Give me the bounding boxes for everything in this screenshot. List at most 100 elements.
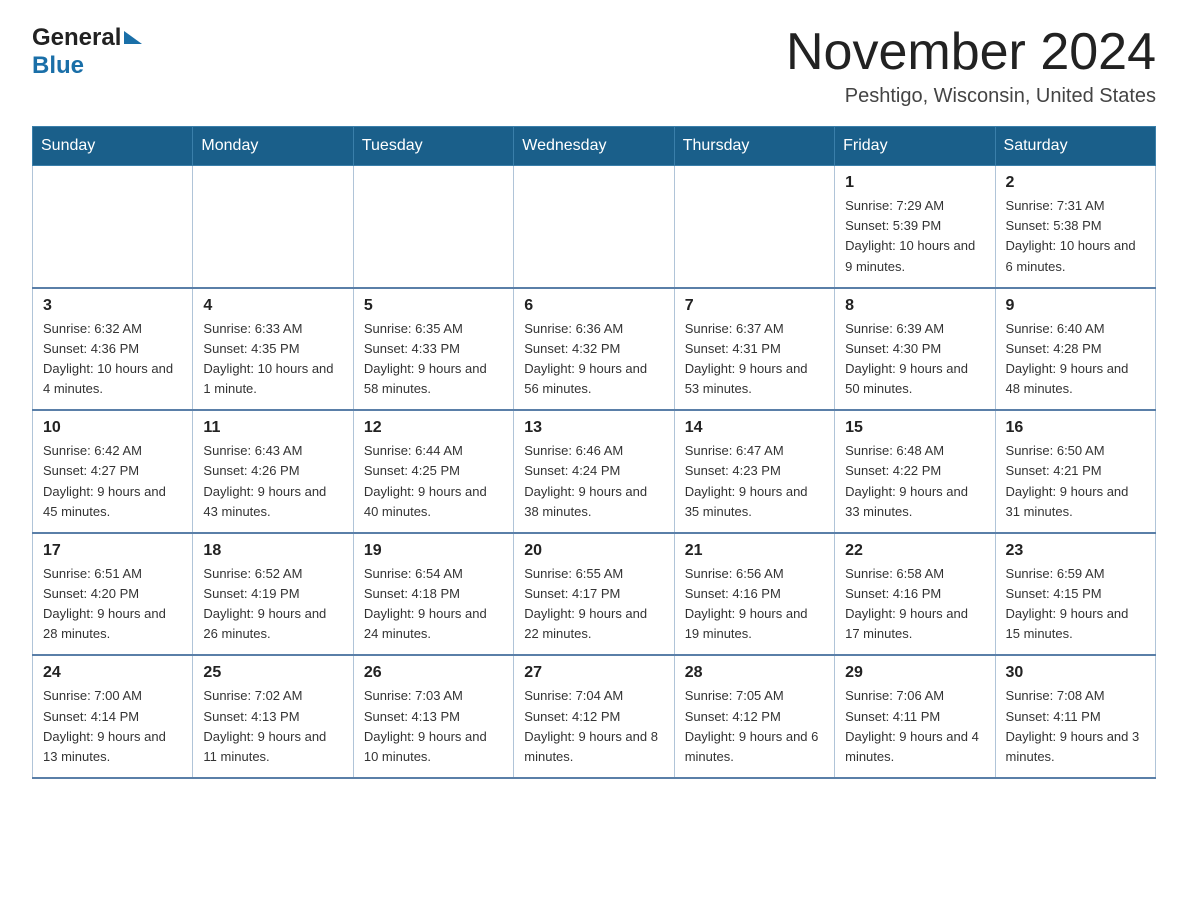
page-title: November 2024 bbox=[786, 24, 1156, 81]
day-number: 25 bbox=[203, 664, 342, 682]
day-number: 28 bbox=[685, 664, 824, 682]
calendar-cell: 25 Sunrise: 7:02 AMSunset: 4:13 PMDayligh… bbox=[193, 655, 353, 778]
day-number: 24 bbox=[43, 664, 182, 682]
day-number: 26 bbox=[364, 664, 503, 682]
calendar-cell: 24 Sunrise: 7:00 AMSunset: 4:14 PMDayligh… bbox=[33, 655, 193, 778]
day-number: 13 bbox=[524, 419, 663, 437]
calendar-cell: 18 Sunrise: 6:52 AMSunset: 4:19 PMDayligh… bbox=[193, 533, 353, 656]
calendar-day-header: Thursday bbox=[674, 127, 834, 166]
day-info: Sunrise: 6:37 AMSunset: 4:31 PMDaylight:… bbox=[685, 319, 824, 400]
day-number: 6 bbox=[524, 297, 663, 315]
day-number: 22 bbox=[845, 542, 984, 560]
day-info: Sunrise: 6:52 AMSunset: 4:19 PMDaylight:… bbox=[203, 564, 342, 645]
calendar-cell: 5 Sunrise: 6:35 AMSunset: 4:33 PMDaylight… bbox=[353, 288, 513, 411]
day-info: Sunrise: 6:44 AMSunset: 4:25 PMDaylight:… bbox=[364, 441, 503, 522]
calendar-week-row: 3 Sunrise: 6:32 AMSunset: 4:36 PMDaylight… bbox=[33, 288, 1156, 411]
day-info: Sunrise: 7:06 AMSunset: 4:11 PMDaylight:… bbox=[845, 686, 984, 767]
day-number: 9 bbox=[1006, 297, 1145, 315]
calendar-day-header: Friday bbox=[835, 127, 995, 166]
day-info: Sunrise: 6:59 AMSunset: 4:15 PMDaylight:… bbox=[1006, 564, 1145, 645]
calendar-cell: 6 Sunrise: 6:36 AMSunset: 4:32 PMDaylight… bbox=[514, 288, 674, 411]
calendar-cell: 14Sunrise: 6:47 AMSunset: 4:23 PMDayligh… bbox=[674, 410, 834, 533]
calendar-cell bbox=[674, 166, 834, 288]
calendar-cell: 19Sunrise: 6:54 AMSunset: 4:18 PMDayligh… bbox=[353, 533, 513, 656]
calendar-cell: 27 Sunrise: 7:04 AMSunset: 4:12 PMDayligh… bbox=[514, 655, 674, 778]
day-info: Sunrise: 6:35 AMSunset: 4:33 PMDaylight:… bbox=[364, 319, 503, 400]
day-number: 8 bbox=[845, 297, 984, 315]
day-number: 18 bbox=[203, 542, 342, 560]
day-number: 23 bbox=[1006, 542, 1145, 560]
calendar-cell: 28 Sunrise: 7:05 AMSunset: 4:12 PMDayligh… bbox=[674, 655, 834, 778]
calendar-day-header: Saturday bbox=[995, 127, 1155, 166]
day-number: 21 bbox=[685, 542, 824, 560]
calendar-day-header: Monday bbox=[193, 127, 353, 166]
calendar-week-row: 17 Sunrise: 6:51 AMSunset: 4:20 PMDayligh… bbox=[33, 533, 1156, 656]
calendar-day-header: Wednesday bbox=[514, 127, 674, 166]
day-info: Sunrise: 6:32 AMSunset: 4:36 PMDaylight:… bbox=[43, 319, 182, 400]
day-number: 4 bbox=[203, 297, 342, 315]
day-number: 11 bbox=[203, 419, 342, 437]
calendar-cell: 9 Sunrise: 6:40 AMSunset: 4:28 PMDaylight… bbox=[995, 288, 1155, 411]
calendar-week-row: 10 Sunrise: 6:42 AMSunset: 4:27 PMDayligh… bbox=[33, 410, 1156, 533]
day-info: Sunrise: 6:40 AMSunset: 4:28 PMDaylight:… bbox=[1006, 319, 1145, 400]
calendar-cell bbox=[193, 166, 353, 288]
day-info: Sunrise: 6:33 AMSunset: 4:35 PMDaylight:… bbox=[203, 319, 342, 400]
calendar-cell: 29 Sunrise: 7:06 AMSunset: 4:11 PMDayligh… bbox=[835, 655, 995, 778]
day-number: 29 bbox=[845, 664, 984, 682]
logo-blue-text: Blue bbox=[32, 52, 84, 80]
day-number: 15 bbox=[845, 419, 984, 437]
day-number: 2 bbox=[1006, 174, 1145, 192]
calendar-cell: 20Sunrise: 6:55 AMSunset: 4:17 PMDayligh… bbox=[514, 533, 674, 656]
calendar-cell: 30 Sunrise: 7:08 AMSunset: 4:11 PMDayligh… bbox=[995, 655, 1155, 778]
day-number: 20 bbox=[524, 542, 663, 560]
day-info: Sunrise: 6:36 AMSunset: 4:32 PMDaylight:… bbox=[524, 319, 663, 400]
calendar-week-row: 24 Sunrise: 7:00 AMSunset: 4:14 PMDayligh… bbox=[33, 655, 1156, 778]
day-info: Sunrise: 7:03 AMSunset: 4:13 PMDaylight:… bbox=[364, 686, 503, 767]
day-number: 7 bbox=[685, 297, 824, 315]
day-number: 5 bbox=[364, 297, 503, 315]
calendar-cell: 3 Sunrise: 6:32 AMSunset: 4:36 PMDaylight… bbox=[33, 288, 193, 411]
calendar-table: SundayMondayTuesdayWednesdayThursdayFrid… bbox=[32, 126, 1156, 779]
calendar-cell: 12Sunrise: 6:44 AMSunset: 4:25 PMDayligh… bbox=[353, 410, 513, 533]
day-number: 1 bbox=[845, 174, 984, 192]
calendar-cell bbox=[33, 166, 193, 288]
day-number: 14 bbox=[685, 419, 824, 437]
day-info: Sunrise: 6:51 AMSunset: 4:20 PMDaylight:… bbox=[43, 564, 182, 645]
calendar-cell: 4 Sunrise: 6:33 AMSunset: 4:35 PMDaylight… bbox=[193, 288, 353, 411]
day-info: Sunrise: 6:48 AMSunset: 4:22 PMDaylight:… bbox=[845, 441, 984, 522]
calendar-cell: 7 Sunrise: 6:37 AMSunset: 4:31 PMDaylight… bbox=[674, 288, 834, 411]
day-info: Sunrise: 7:31 AMSunset: 5:38 PMDaylight:… bbox=[1006, 196, 1145, 277]
calendar-day-header: Sunday bbox=[33, 127, 193, 166]
day-info: Sunrise: 7:05 AMSunset: 4:12 PMDaylight:… bbox=[685, 686, 824, 767]
calendar-cell: 23 Sunrise: 6:59 AMSunset: 4:15 PMDayligh… bbox=[995, 533, 1155, 656]
logo-arrow-icon bbox=[124, 31, 142, 44]
day-number: 3 bbox=[43, 297, 182, 315]
day-number: 30 bbox=[1006, 664, 1145, 682]
day-info: Sunrise: 7:04 AMSunset: 4:12 PMDaylight:… bbox=[524, 686, 663, 767]
day-info: Sunrise: 6:42 AMSunset: 4:27 PMDaylight:… bbox=[43, 441, 182, 522]
calendar-cell: 13Sunrise: 6:46 AMSunset: 4:24 PMDayligh… bbox=[514, 410, 674, 533]
page-header: General Blue November 2024 Peshtigo, Wis… bbox=[32, 24, 1156, 108]
calendar-cell: 21Sunrise: 6:56 AMSunset: 4:16 PMDayligh… bbox=[674, 533, 834, 656]
day-info: Sunrise: 7:08 AMSunset: 4:11 PMDaylight:… bbox=[1006, 686, 1145, 767]
calendar-cell: 10 Sunrise: 6:42 AMSunset: 4:27 PMDayligh… bbox=[33, 410, 193, 533]
calendar-day-header: Tuesday bbox=[353, 127, 513, 166]
day-number: 10 bbox=[43, 419, 182, 437]
day-info: Sunrise: 7:29 AMSunset: 5:39 PMDaylight:… bbox=[845, 196, 984, 277]
calendar-cell: 11Sunrise: 6:43 AMSunset: 4:26 PMDayligh… bbox=[193, 410, 353, 533]
day-info: Sunrise: 7:02 AMSunset: 4:13 PMDaylight:… bbox=[203, 686, 342, 767]
calendar-cell: 8 Sunrise: 6:39 AMSunset: 4:30 PMDaylight… bbox=[835, 288, 995, 411]
calendar-header-row: SundayMondayTuesdayWednesdayThursdayFrid… bbox=[33, 127, 1156, 166]
day-number: 27 bbox=[524, 664, 663, 682]
day-info: Sunrise: 6:54 AMSunset: 4:18 PMDaylight:… bbox=[364, 564, 503, 645]
logo: General Blue bbox=[32, 24, 142, 80]
logo-general-text: General bbox=[32, 24, 121, 52]
calendar-cell: 15 Sunrise: 6:48 AMSunset: 4:22 PMDayligh… bbox=[835, 410, 995, 533]
calendar-cell: 2 Sunrise: 7:31 AMSunset: 5:38 PMDaylight… bbox=[995, 166, 1155, 288]
day-info: Sunrise: 6:39 AMSunset: 4:30 PMDaylight:… bbox=[845, 319, 984, 400]
day-number: 17 bbox=[43, 542, 182, 560]
day-info: Sunrise: 7:00 AMSunset: 4:14 PMDaylight:… bbox=[43, 686, 182, 767]
day-info: Sunrise: 6:50 AMSunset: 4:21 PMDaylight:… bbox=[1006, 441, 1145, 522]
day-number: 16 bbox=[1006, 419, 1145, 437]
day-info: Sunrise: 6:58 AMSunset: 4:16 PMDaylight:… bbox=[845, 564, 984, 645]
